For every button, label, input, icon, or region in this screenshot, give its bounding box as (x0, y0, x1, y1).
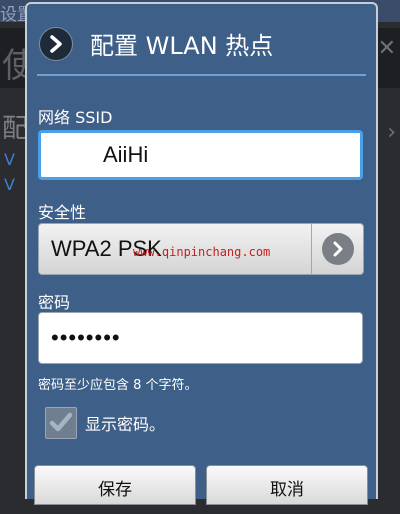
wlan-hotspot-dialog: 配置 WLAN 热点 网络 SSID AiiHi 安全性 WPA2 PSK ww… (25, 2, 378, 505)
watermark: www.qinpinchang.com (133, 245, 271, 259)
password-input[interactable]: •••••••• (38, 312, 363, 364)
save-button[interactable]: 保存 (34, 465, 196, 505)
chevron-right-icon[interactable] (322, 233, 354, 265)
dialog-header: 配置 WLAN 热点 (27, 4, 376, 74)
show-password-row[interactable]: 显示密码。 (45, 406, 165, 440)
password-value: •••••••• (51, 325, 121, 350)
ssid-label: 网络 SSID (38, 108, 113, 127)
select-divider (311, 224, 312, 274)
security-select[interactable]: WPA2 PSK www.qinpinchang.com (38, 223, 364, 275)
checkmark-icon (49, 412, 73, 432)
show-password-label: 显示密码。 (85, 415, 166, 434)
background-chevron-icon: › (387, 120, 396, 145)
background-link-letter: V (4, 175, 15, 194)
header-divider (37, 74, 366, 76)
chevron-right-icon[interactable] (39, 27, 73, 61)
cancel-button[interactable]: 取消 (206, 465, 368, 505)
show-password-checkbox[interactable] (45, 407, 77, 439)
background-link-letter: V (4, 150, 15, 169)
security-label: 安全性 (38, 203, 87, 222)
password-hint: 密码至少应包含 8 个字符。 (38, 378, 198, 393)
ssid-value: AiiHi (103, 142, 149, 167)
password-label: 密码 (38, 293, 71, 312)
ssid-input[interactable]: AiiHi (38, 130, 363, 180)
dialog-title: 配置 WLAN 热点 (90, 32, 274, 60)
background-close-icon: ✕ (377, 36, 396, 61)
